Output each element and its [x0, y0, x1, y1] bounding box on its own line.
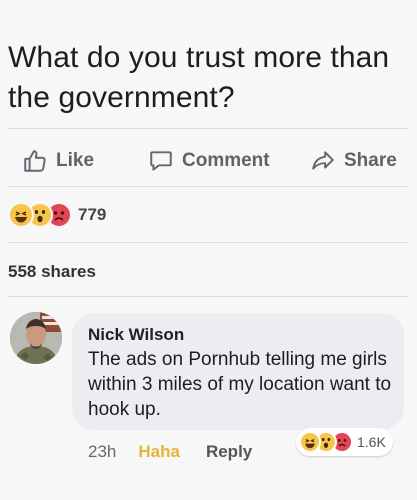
share-label: Share — [344, 150, 397, 171]
divider — [8, 296, 409, 297]
reply-button[interactable]: Reply — [206, 442, 252, 462]
comment-timestamp[interactable]: 23h — [88, 442, 116, 462]
comment-text: The ads on Pornhub telling me girls with… — [88, 349, 392, 420]
speech-bubble-icon — [148, 148, 174, 174]
like-button[interactable]: Like — [22, 148, 94, 174]
comment-reactions[interactable]: 1.6K — [296, 428, 393, 456]
reactions-summary[interactable]: 779 — [8, 202, 106, 228]
reaction-count: 779 — [78, 205, 107, 224]
comment-bubble: Nick Wilson The ads on Pornhub telling m… — [72, 313, 404, 430]
avatar[interactable] — [10, 312, 62, 364]
shares-count[interactable]: 558 shares — [8, 262, 96, 282]
thumbs-up-icon — [22, 148, 48, 174]
haha-reaction-icon — [299, 431, 321, 453]
comment-button[interactable]: Comment — [148, 148, 270, 174]
share-arrow-icon — [310, 148, 336, 174]
like-label: Like — [56, 150, 95, 171]
share-button[interactable]: Share — [310, 148, 397, 174]
haha-button[interactable]: Haha — [138, 442, 180, 462]
haha-reaction-icon — [8, 202, 34, 228]
divider — [8, 128, 409, 129]
post-text: What do you trust more than the governme… — [8, 41, 390, 114]
action-bar: Like Comment Share — [0, 140, 417, 180]
comment-label: Comment — [182, 150, 270, 171]
divider — [8, 242, 409, 243]
comment-author[interactable]: Nick Wilson — [88, 325, 184, 345]
divider — [8, 186, 409, 187]
comment-meta: 23h Haha Reply — [88, 442, 252, 462]
comment-reaction-count: 1.6K — [357, 434, 386, 450]
